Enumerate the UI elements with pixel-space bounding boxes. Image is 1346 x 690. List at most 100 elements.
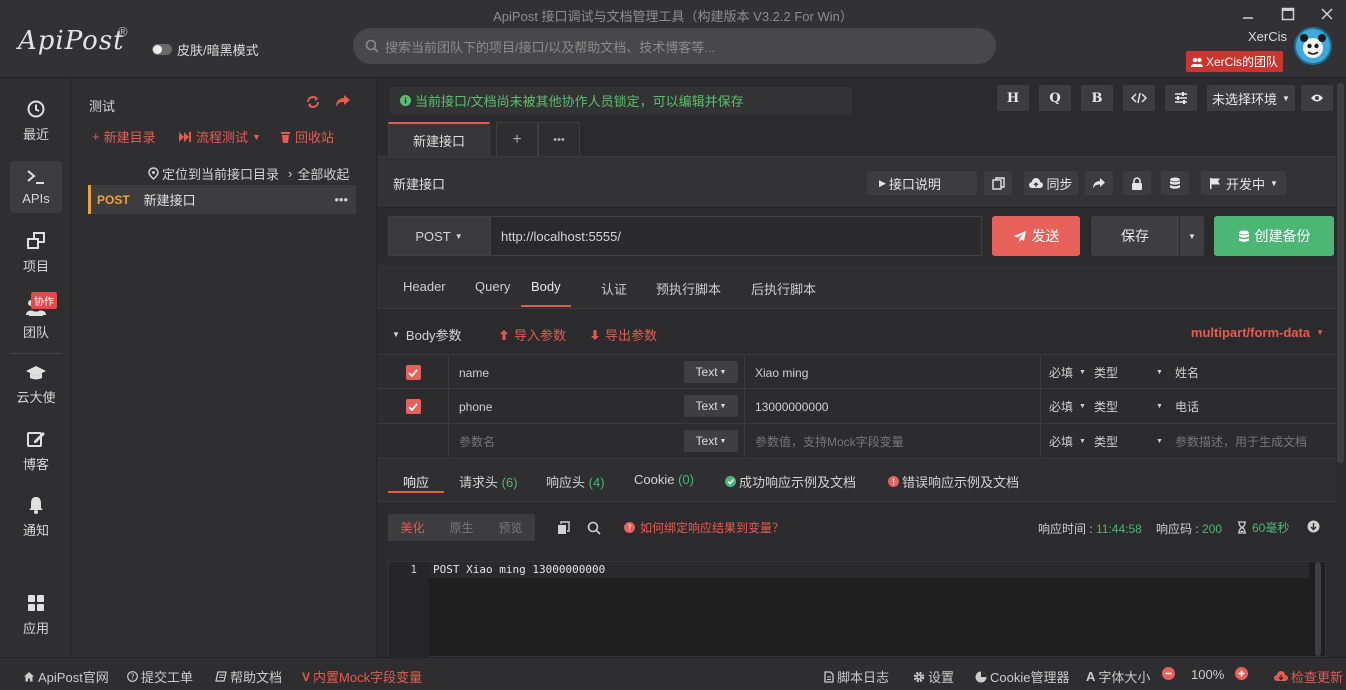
param-type-select[interactable]: Text ▼ <box>684 395 738 417</box>
export-params-button[interactable]: 导出参数 <box>590 325 657 344</box>
param-value-input[interactable]: 参数值，支持Mock字段变量 <box>744 424 1040 459</box>
param-desc[interactable]: 姓名 <box>1166 355 1336 390</box>
nav-apis[interactable]: APIs <box>10 161 62 213</box>
maximize-icon[interactable] <box>1280 6 1296 22</box>
copy-icon[interactable] <box>557 521 570 535</box>
nav-project[interactable]: 项目 <box>10 227 62 279</box>
flow-test-button[interactable]: 流程测试 ▼ <box>178 127 261 146</box>
update-link[interactable]: 检查更新 <box>1274 667 1343 686</box>
zoom-in-icon[interactable] <box>1235 667 1248 680</box>
help-link[interactable]: 帮助文档 <box>215 667 282 686</box>
format-pretty[interactable]: 美化 <box>400 519 424 536</box>
nav-apps[interactable]: 应用 <box>10 589 62 641</box>
method-select[interactable]: POST ▼ <box>388 216 490 256</box>
ticket-link[interactable]: ? 提交工单 <box>127 667 193 686</box>
param-value[interactable]: 13000000000 <box>744 389 1040 424</box>
send-button[interactable]: 发送 <box>992 216 1080 256</box>
api-desc-button[interactable]: ▶ 接口说明 <box>867 171 977 195</box>
nav-notify[interactable]: 通知 <box>10 491 62 543</box>
status-select[interactable]: 开发中 ▼ <box>1201 171 1286 195</box>
save-dropdown-icon[interactable]: ▼ <box>1179 216 1204 256</box>
refresh-icon[interactable] <box>306 95 320 109</box>
close-icon[interactable] <box>1319 6 1335 22</box>
site-link[interactable]: ApiPost官网 <box>23 667 109 686</box>
avatar[interactable] <box>1294 27 1332 65</box>
tab-post-script[interactable]: 后执行脚本 <box>751 279 816 298</box>
tab-header[interactable]: Header <box>403 279 446 294</box>
nav-recent[interactable]: 最近 <box>10 95 62 147</box>
save-button[interactable]: 保存 <box>1091 216 1179 256</box>
code-icon[interactable] <box>1123 85 1155 111</box>
type-select[interactable]: 类型 ▼ <box>1086 424 1166 459</box>
locate-button[interactable]: 定位到当前接口目录 <box>148 164 279 183</box>
download-icon[interactable] <box>1307 520 1320 533</box>
sliders-icon[interactable] <box>1165 85 1197 111</box>
cookie-manager-link[interactable]: Cookie管理器 <box>975 667 1069 686</box>
search-icon[interactable] <box>587 521 601 535</box>
bold-button[interactable]: B <box>1081 85 1113 111</box>
tab-resp-headers[interactable]: 响应头 (4) <box>546 472 605 491</box>
quote-button[interactable]: Q <box>1039 85 1071 111</box>
required-select[interactable]: 必填 ▼ <box>1040 389 1086 424</box>
lock-icon[interactable] <box>1123 171 1151 195</box>
settings-link[interactable]: 设置 <box>913 667 954 686</box>
import-params-button[interactable]: 导入参数 <box>499 325 566 344</box>
more-tabs-icon[interactable]: ••• <box>538 122 580 156</box>
param-desc[interactable]: 电话 <box>1166 389 1336 424</box>
param-checkbox[interactable] <box>378 355 448 390</box>
tab-req-headers[interactable]: 请求头 (6) <box>459 472 518 491</box>
tab-query[interactable]: Query <box>475 279 510 294</box>
code-scrollbar[interactable] <box>1315 562 1321 656</box>
format-raw[interactable]: 原生 <box>449 519 473 536</box>
doc-tab-active[interactable]: 新建接口 <box>388 122 490 156</box>
copy-icon[interactable] <box>984 171 1012 195</box>
collapse-all-button[interactable]: › 全部收起 <box>288 164 349 183</box>
param-type-select[interactable]: Text ▼ <box>684 361 738 383</box>
tab-body[interactable]: Body <box>521 279 571 307</box>
env-select[interactable]: 未选择环境 ▼ <box>1207 85 1295 111</box>
new-dir-button[interactable]: + 新建目录 <box>92 127 156 146</box>
log-link[interactable]: 脚本日志 <box>824 667 889 686</box>
param-name-input[interactable]: 参数名 Text ▼ <box>448 424 744 459</box>
backup-button[interactable]: 创建备份 <box>1214 216 1334 256</box>
param-desc-input[interactable]: 参数描述，用于生成文档 <box>1166 424 1336 459</box>
zoom-out-icon[interactable] <box>1162 667 1175 680</box>
eye-icon[interactable] <box>1301 85 1333 111</box>
tab-auth[interactable]: 认证 <box>601 279 627 298</box>
database-icon[interactable] <box>1161 171 1189 195</box>
tree-item-api[interactable]: POST 新建接口 ••• <box>88 185 356 214</box>
global-search-input[interactable]: 搜索当前团队下的项目/接口/以及帮助文档、技术博客等... <box>353 28 996 64</box>
tab-error-example[interactable]: 错误响应示例及文档 <box>888 472 1019 491</box>
type-select[interactable]: 类型 ▼ <box>1086 389 1166 424</box>
tab-cookie[interactable]: Cookie (0) <box>634 472 694 487</box>
required-select[interactable]: 必填 ▼ <box>1040 355 1086 390</box>
share-icon[interactable] <box>335 94 351 108</box>
content-type-select[interactable]: multipart/form-data ▼ <box>1191 325 1324 340</box>
main-scrollbar[interactable] <box>1337 83 1344 463</box>
mock-link[interactable]: V 内置Mock字段变量 <box>302 667 422 686</box>
type-select[interactable]: 类型 ▼ <box>1086 355 1166 390</box>
share-icon[interactable] <box>1085 171 1113 195</box>
more-icon[interactable]: ••• <box>334 192 348 207</box>
response-body[interactable]: 1 POST Xiao ming 13000000000 <box>388 561 1326 658</box>
param-name[interactable]: name Text ▼ <box>448 355 744 390</box>
add-tab-icon[interactable]: + <box>496 122 538 156</box>
tab-success-example[interactable]: 成功响应示例及文档 <box>725 472 856 491</box>
param-type-select[interactable]: Text ▼ <box>684 430 738 452</box>
team-badge[interactable]: XerCis的团队 <box>1186 51 1284 72</box>
tab-pre-script[interactable]: 预执行脚本 <box>656 279 721 298</box>
nav-team[interactable]: 协作 团队 <box>10 291 62 345</box>
theme-toggle[interactable]: 皮肤/暗黑模式 <box>152 40 259 59</box>
url-input[interactable]: http://localhost:5555/ <box>490 216 982 256</box>
bind-hint-link[interactable]: ? 如何绑定响应结果到变量？ <box>624 519 784 536</box>
required-select[interactable]: 必填 ▼ <box>1040 424 1086 459</box>
body-params-toggle[interactable]: ▼ Body参数 <box>392 325 462 344</box>
user-name[interactable]: XerCis <box>1248 29 1287 44</box>
nav-blog[interactable]: 博客 <box>10 425 62 477</box>
tab-response[interactable]: 响应 <box>388 472 445 493</box>
param-checkbox[interactable] <box>378 389 448 424</box>
recycle-button[interactable]: 回收站 <box>280 127 334 146</box>
api-title[interactable]: 新建接口 <box>393 174 445 193</box>
minimize-icon[interactable] <box>1240 6 1256 22</box>
heading-button[interactable]: H <box>997 85 1029 111</box>
